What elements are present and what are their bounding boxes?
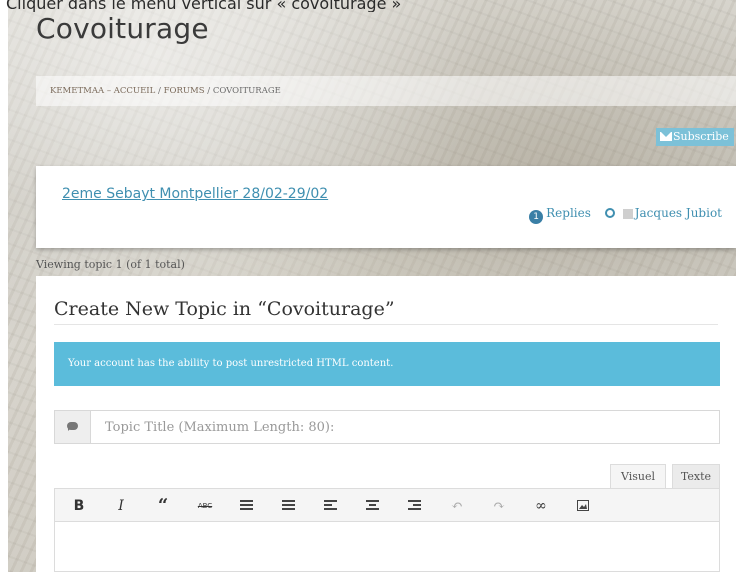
editor-textarea[interactable] <box>54 522 720 572</box>
new-topic-form: Create New Topic in “Covoiturage” Your a… <box>36 276 736 572</box>
viewing-count: Viewing topic 1 (of 1 total) <box>36 258 185 271</box>
breadcrumb-forums[interactable]: FORUMS <box>164 86 205 96</box>
breadcrumb: KEMETMAA – ACCUEIL / FORUMS / COVOITURAG… <box>36 76 736 106</box>
italic-icon[interactable]: I <box>111 497 131 515</box>
breadcrumb-separator: / <box>207 86 211 96</box>
comment-icon <box>67 422 78 431</box>
align-center-icon[interactable] <box>363 497 383 515</box>
link-icon[interactable]: ∞ <box>531 497 551 515</box>
page-title: Covoiturage <box>36 12 209 45</box>
editor-toolbar: B I “ ABC ↶ ↷ ∞ <box>54 488 720 522</box>
undo-icon[interactable]: ↶ <box>447 497 467 515</box>
align-left-icon[interactable] <box>321 497 341 515</box>
bold-icon[interactable]: B <box>69 497 89 515</box>
blockquote-icon[interactable]: “ <box>153 497 173 515</box>
reply-count-badge: 1 <box>529 210 544 224</box>
avatar <box>622 209 633 219</box>
bullet-list-icon[interactable] <box>237 497 257 515</box>
mail-icon <box>660 132 672 141</box>
author-link[interactable]: Jacques Jubiot <box>635 206 722 220</box>
form-title: Create New Topic in “Covoiturage” <box>54 298 395 320</box>
redo-icon[interactable]: ↷ <box>489 497 509 515</box>
divider <box>54 324 718 325</box>
image-icon[interactable] <box>573 497 593 515</box>
strikethrough-icon[interactable]: ABC <box>195 497 215 515</box>
replies-label: Replies <box>546 206 591 220</box>
breadcrumb-separator: / <box>158 86 161 96</box>
tab-visual[interactable]: Visuel <box>610 464 666 488</box>
subscribe-button[interactable]: Subscribe <box>656 128 734 146</box>
clock-icon <box>604 208 615 218</box>
topic-card: 2eme Sebayt Montpellier 28/02-29/02 1 Rep… <box>36 166 736 248</box>
numbered-list-icon[interactable] <box>279 497 299 515</box>
left-margin <box>0 0 8 572</box>
topic-meta: 1 Replies Jacques Jubiot <box>529 206 722 224</box>
align-right-icon[interactable] <box>405 497 425 515</box>
tab-text[interactable]: Texte <box>672 464 720 488</box>
topic-title-input[interactable] <box>91 411 719 443</box>
info-alert: Your account has the ability to post unr… <box>54 342 720 386</box>
instruction-caption: Cliquer dans le menu vertical sur « covo… <box>6 0 402 12</box>
topic-title-field <box>54 410 720 444</box>
subscribe-label: Subscribe <box>673 130 729 143</box>
topic-title-link[interactable]: 2eme Sebayt Montpellier 28/02-29/02 <box>62 186 328 202</box>
title-addon <box>55 411 91 443</box>
breadcrumb-home[interactable]: KEMETMAA – ACCUEIL <box>50 86 155 96</box>
breadcrumb-current: COVOITURAGE <box>212 86 281 96</box>
